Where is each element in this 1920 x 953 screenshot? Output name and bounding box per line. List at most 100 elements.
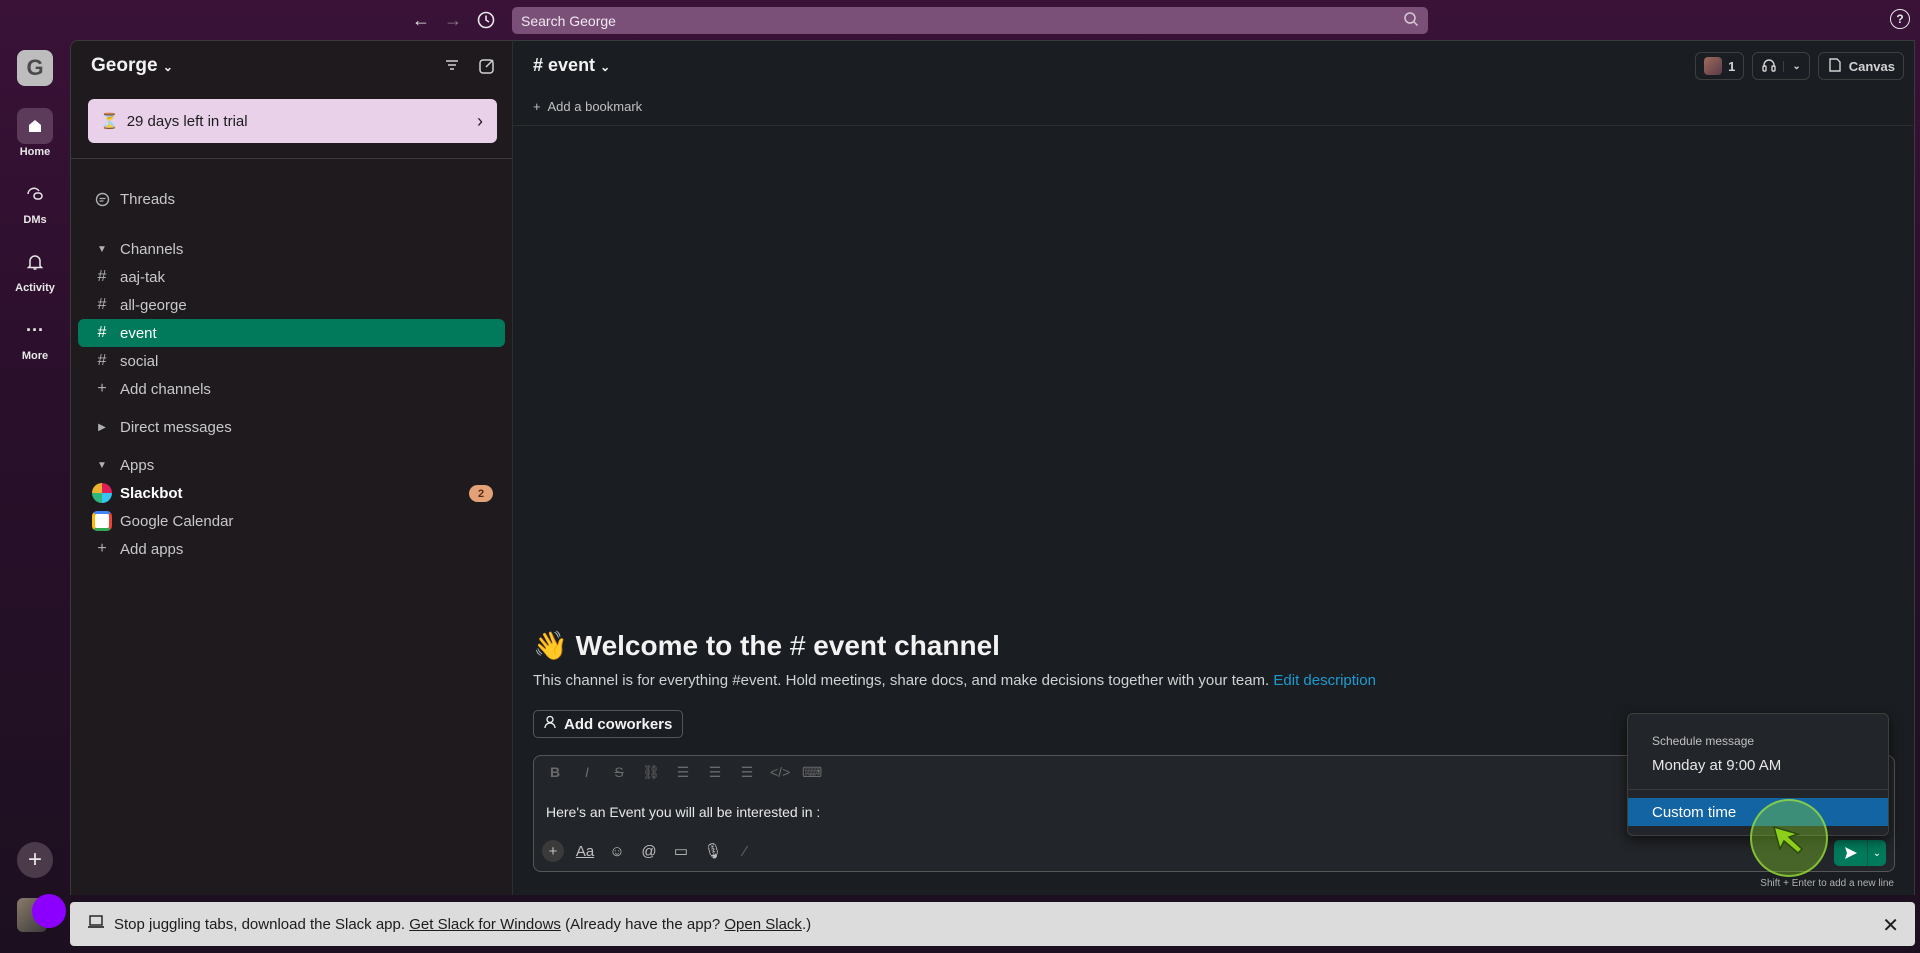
plus-icon[interactable]: + <box>542 840 564 862</box>
video-icon[interactable]: ▭ <box>670 840 692 862</box>
channel-label: social <box>120 352 159 370</box>
canvas-icon <box>1827 57 1843 76</box>
sidebar-item-label: Threads <box>120 190 176 208</box>
composer-tools: + Aa ☺ @ ▭ 🎙 ⁄ <box>542 840 756 862</box>
rail-label-dms: DMs <box>23 214 47 226</box>
mention-icon[interactable]: @ <box>638 840 660 862</box>
sidebar-item-threads[interactable]: Threads <box>78 185 505 213</box>
workspace-avatar[interactable]: G <box>17 50 53 86</box>
chevron-down-icon: ⌄ <box>162 60 173 74</box>
search-input[interactable]: Search George <box>512 7 1428 34</box>
open-slack-link[interactable]: Open Slack <box>724 916 802 933</box>
sidebar-item-social[interactable]: # social <box>78 347 505 375</box>
dms-section-header[interactable]: ▶ Direct messages <box>78 413 505 441</box>
canvas-button[interactable]: Canvas <box>1817 52 1904 80</box>
history-icon[interactable] <box>474 8 498 32</box>
apps-section-header[interactable]: ▼ Apps <box>78 451 505 479</box>
rail-label-more: More <box>21 350 49 362</box>
person-add-icon <box>544 715 558 733</box>
banner-text-2: (Already have the app? <box>565 915 721 933</box>
members-count: 1 <box>1728 58 1736 74</box>
emoji-icon[interactable]: ☺ <box>606 840 628 862</box>
get-slack-windows-link[interactable]: Get Slack for Windows <box>409 916 561 933</box>
top-bar: ← → Search George ? <box>0 0 1920 40</box>
sidebar: George ⌄ ⏳ 29 days left in trial › Threa… <box>70 40 513 895</box>
left-rail: G Home DMs Activity ··· More + <box>0 40 70 953</box>
slackbot-icon <box>92 483 112 503</box>
members-button[interactable]: 1 <box>1695 52 1745 80</box>
code-icon[interactable]: </> <box>770 764 790 781</box>
app-label: Google Calendar <box>120 512 234 530</box>
strikethrough-icon[interactable]: S <box>610 764 628 781</box>
compose-icon[interactable] <box>478 57 496 79</box>
channel-label: all-george <box>120 296 187 314</box>
channel-name: event <box>548 55 596 75</box>
banner-text-3: .) <box>801 915 812 933</box>
sidebar-item-event[interactable]: # event <box>78 319 505 347</box>
link-icon[interactable]: ⛓ <box>642 764 660 781</box>
sidebar-divider <box>71 158 512 159</box>
trial-banner[interactable]: ⏳ 29 days left in trial › <box>88 99 497 143</box>
add-coworkers-button[interactable]: Add coworkers <box>533 710 684 738</box>
help-icon[interactable]: ? <box>1890 9 1910 29</box>
send-icon[interactable] <box>1834 840 1868 866</box>
cursor-highlight <box>1750 799 1828 877</box>
member-avatar <box>1704 57 1723 75</box>
back-arrow-icon[interactable]: ← <box>409 8 433 32</box>
ordered-list-icon[interactable]: ☰ <box>674 764 692 781</box>
hash-icon: # <box>533 55 544 75</box>
add-workspace-button[interactable]: + <box>17 842 53 878</box>
slash-command-icon[interactable]: ⁄ <box>734 840 756 862</box>
rail-activity[interactable]: Activity <box>0 244 70 294</box>
close-icon[interactable]: ✕ <box>1882 913 1899 938</box>
microphone-icon[interactable]: 🎙 <box>702 840 724 862</box>
workspace-name: George <box>91 55 158 76</box>
message-text[interactable]: Here's an Event you will all be interest… <box>546 804 820 820</box>
sidebar-item-aaj-tak[interactable]: # aaj-tak <box>78 263 505 291</box>
code-block-icon[interactable]: ⌨ <box>802 764 822 781</box>
channel-title-button[interactable]: # event ⌄ <box>533 55 610 76</box>
user-avatar[interactable] <box>14 894 66 934</box>
hash-icon: # <box>789 630 806 661</box>
sidebar-item-all-george[interactable]: # all-george <box>78 291 505 319</box>
trial-text: 29 days left in trial <box>126 112 248 130</box>
section-label: Channels <box>120 240 184 258</box>
add-apps-button[interactable]: + Add apps <box>78 535 505 563</box>
rail-dms[interactable]: DMs <box>0 176 70 226</box>
canvas-label: Canvas <box>1848 58 1895 74</box>
threads-icon <box>92 192 112 207</box>
add-bookmark-button[interactable]: + Add a bookmark <box>533 99 642 114</box>
forward-arrow-icon[interactable]: → <box>441 8 465 32</box>
app-label: Slackbot <box>120 484 183 502</box>
workspace-menu[interactable]: George ⌄ <box>91 55 173 77</box>
blockquote-icon[interactable]: ☰ <box>738 764 756 781</box>
sidebar-item-slackbot[interactable]: Slackbot 2 <box>78 479 505 507</box>
chevron-down-icon: ⌄ <box>1783 60 1801 72</box>
filter-icon[interactable] <box>444 57 460 79</box>
schedule-option-monday[interactable]: Monday at 9:00 AM <box>1652 757 1781 774</box>
bold-icon[interactable]: B <box>546 764 564 781</box>
channel-description: This channel is for everything #event. H… <box>533 672 1376 689</box>
hash-icon: # <box>97 324 107 341</box>
rail-more[interactable]: ··· More <box>0 312 70 363</box>
rail-home[interactable]: Home <box>0 108 70 158</box>
italic-icon[interactable]: I <box>578 764 596 781</box>
google-calendar-icon <box>92 511 112 531</box>
huddle-button[interactable]: ⌄ <box>1752 52 1810 80</box>
bookmark-label: Add a bookmark <box>547 99 643 114</box>
dms-icon <box>17 176 53 212</box>
channels-section-header[interactable]: ▼ Channels <box>78 235 505 263</box>
sidebar-item-google-calendar[interactable]: Google Calendar <box>78 507 505 535</box>
add-channels-button[interactable]: + Add channels <box>78 375 505 403</box>
welcome-channel: event channel <box>813 630 1000 661</box>
caret-down-icon: ▼ <box>97 243 107 255</box>
edit-description-link[interactable]: Edit description <box>1273 672 1376 689</box>
bulleted-list-icon[interactable]: ☰ <box>706 764 724 781</box>
format-text-icon[interactable]: Aa <box>574 840 596 862</box>
caret-down-icon: ▼ <box>97 459 107 471</box>
unread-badge: 2 <box>469 485 493 502</box>
schedule-chevron-icon[interactable]: ⌄ <box>1868 840 1886 866</box>
hash-icon: # <box>97 296 107 313</box>
send-button-group: ⌄ <box>1834 840 1886 866</box>
channel-label: event <box>120 324 157 342</box>
